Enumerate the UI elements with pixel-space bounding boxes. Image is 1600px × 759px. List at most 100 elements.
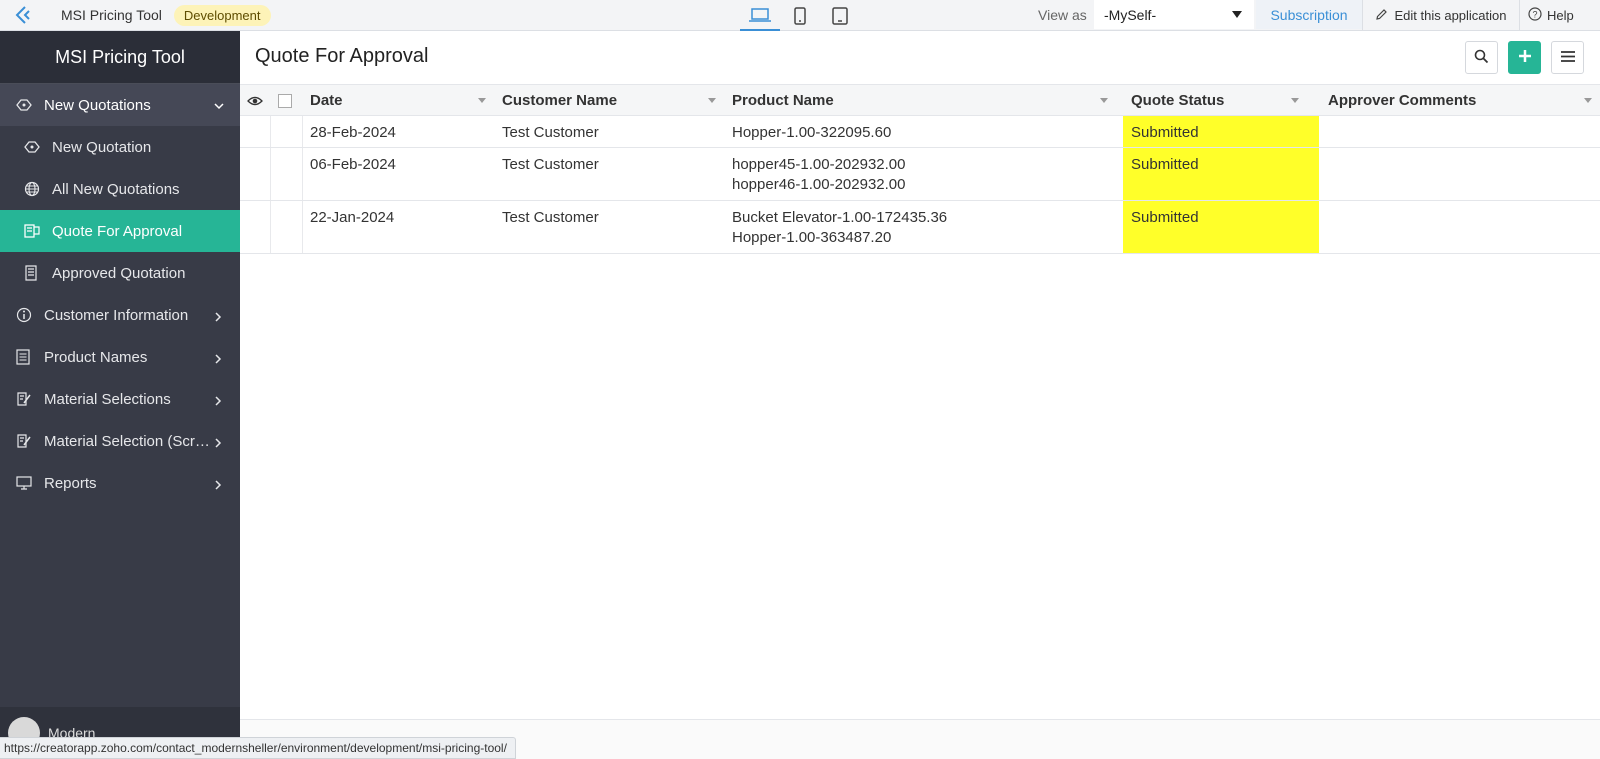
sidebar-item-customer-information[interactable]: Customer Information (0, 294, 240, 336)
view-as-select[interactable]: -MySelf- (1094, 0, 1254, 29)
sidebar-item-label: Quote For Approval (52, 222, 183, 240)
chevron-down-icon (214, 98, 224, 115)
list-icon (16, 349, 34, 365)
form-edit-icon (16, 433, 34, 449)
device-switcher (740, 0, 860, 31)
sort-caret-icon (1584, 98, 1592, 103)
sidebar-item-label: Material Selection (Scre... (44, 432, 212, 450)
cell-product: Bucket Elevator-1.00-172435.36 Hopper-1.… (732, 201, 947, 248)
form-edit-icon (16, 391, 34, 407)
chevron-right-icon (214, 351, 222, 368)
column-date[interactable]: Date (310, 85, 494, 116)
product-line: Bucket Elevator-1.00-172435.36 (732, 209, 948, 226)
product-line: hopper46-1.00-202932.00 (732, 176, 906, 193)
sidebar-item-material-selections[interactable]: Material Selections (0, 378, 240, 420)
cell-customer: Test Customer (502, 124, 599, 141)
cell-status: Submitted (1123, 201, 1319, 253)
table-row[interactable]: 06-Feb-2024 Test Customer hopper45-1.00-… (240, 148, 1600, 201)
cell-status: Submitted (1123, 148, 1319, 200)
desktop-view-icon[interactable] (740, 0, 780, 31)
sidebar-item-new-quotation[interactable]: New Quotation (0, 126, 240, 168)
sidebar: MSI Pricing Tool New Quotations New Quot… (0, 31, 240, 759)
sidebar-item-label: Product Names (44, 348, 148, 366)
svg-text:?: ? (1532, 10, 1537, 20)
column-header-label: Customer Name (502, 92, 618, 109)
cell-status: Submitted (1123, 116, 1319, 147)
quotation-icon (16, 98, 34, 112)
table-header: Date Customer Name Product Name Quote St… (240, 84, 1600, 116)
caret-down-icon (1232, 11, 1242, 18)
sort-caret-icon (708, 98, 716, 103)
sort-caret-icon (1291, 98, 1299, 103)
product-line: Hopper-1.00-322095.60 (732, 124, 892, 141)
table-row[interactable]: 22-Jan-2024 Test Customer Bucket Elevato… (240, 201, 1600, 254)
sidebar-item-label: Customer Information (44, 306, 189, 324)
column-header-label: Product Name (732, 92, 834, 109)
sort-caret-icon (1100, 98, 1108, 103)
sort-caret-icon (478, 98, 486, 103)
column-approver-comments[interactable]: Approver Comments (1328, 85, 1600, 116)
info-icon (16, 307, 34, 323)
column-header-label: Quote Status (1131, 92, 1225, 109)
help-icon: ? (1528, 7, 1542, 24)
product-line: hopper45-1.00-202932.00 (732, 156, 906, 173)
sidebar-item-product-names[interactable]: Product Names (0, 336, 240, 378)
sidebar-item-quote-for-approval[interactable]: Quote For Approval (0, 210, 240, 252)
add-record-button[interactable] (1508, 41, 1541, 74)
environment-badge: Development (173, 4, 271, 26)
view-as-label: View as (1038, 7, 1087, 23)
more-menu-button[interactable] (1551, 41, 1584, 74)
column-product-name[interactable]: Product Name (732, 85, 1116, 116)
sidebar-item-label: Approved Quotation (52, 264, 186, 282)
search-icon (1474, 49, 1489, 67)
edit-application-label: Edit this application (1394, 8, 1507, 23)
plus-icon (1518, 49, 1532, 66)
hamburger-icon (1560, 50, 1576, 66)
browser-status-url: https://creatorapp.zoho.com/contact_mode… (0, 737, 516, 759)
chevron-right-icon (214, 477, 222, 494)
sidebar-item-label: All New Quotations (52, 180, 180, 198)
subscription-link[interactable]: Subscription (1256, 0, 1362, 29)
column-quote-status[interactable]: Quote Status (1131, 85, 1307, 116)
select-all-checkbox[interactable] (278, 85, 292, 116)
edit-application-button[interactable]: Edit this application (1362, 0, 1520, 31)
cell-date: 22-Jan-2024 (310, 209, 395, 226)
column-header-label: Date (310, 92, 343, 109)
main-content: Quote For Approval Date Customer Name Pr… (240, 31, 1600, 759)
cell-product: Hopper-1.00-322095.60 (732, 116, 891, 143)
product-line: Hopper-1.00-363487.20 (732, 229, 892, 246)
report-icon (24, 224, 42, 238)
chevron-right-icon (214, 309, 222, 326)
quotation-icon (24, 140, 42, 154)
cell-customer: Test Customer (502, 209, 599, 226)
help-label: Help (1547, 8, 1574, 23)
sidebar-group-new-quotations[interactable]: New Quotations (0, 84, 240, 126)
search-button[interactable] (1465, 41, 1498, 74)
pencil-icon (1375, 8, 1388, 24)
sidebar-title: MSI Pricing Tool (0, 31, 240, 84)
table-row[interactable]: 28-Feb-2024 Test Customer Hopper-1.00-32… (240, 116, 1600, 148)
view-as-value: -MySelf- (1104, 6, 1157, 23)
sidebar-item-all-new-quotations[interactable]: All New Quotations (0, 168, 240, 210)
monitor-icon (16, 476, 34, 490)
column-header-label: Approver Comments (1328, 92, 1477, 109)
eye-icon[interactable] (247, 85, 263, 116)
chevron-right-icon (214, 435, 222, 452)
sidebar-item-reports[interactable]: Reports (0, 462, 240, 504)
sidebar-item-label: New Quotation (52, 138, 152, 156)
cell-date: 06-Feb-2024 (310, 156, 396, 173)
globe-icon (24, 181, 42, 197)
sidebar-group-label: New Quotations (44, 96, 151, 114)
mobile-view-icon[interactable] (780, 0, 820, 31)
chevron-right-icon (214, 393, 222, 410)
sidebar-item-approved-quotation[interactable]: Approved Quotation (0, 252, 240, 294)
column-customer-name[interactable]: Customer Name (502, 85, 724, 116)
app-logo-icon[interactable] (0, 0, 50, 31)
page-title: Quote For Approval (255, 45, 429, 67)
help-button[interactable]: ? Help (1528, 0, 1574, 31)
document-icon (24, 265, 42, 281)
sidebar-item-material-selection-screen[interactable]: Material Selection (Scre... (0, 420, 240, 462)
tablet-view-icon[interactable] (820, 0, 860, 31)
records-table: Date Customer Name Product Name Quote St… (240, 84, 1600, 254)
sidebar-item-label: Material Selections (44, 390, 171, 408)
